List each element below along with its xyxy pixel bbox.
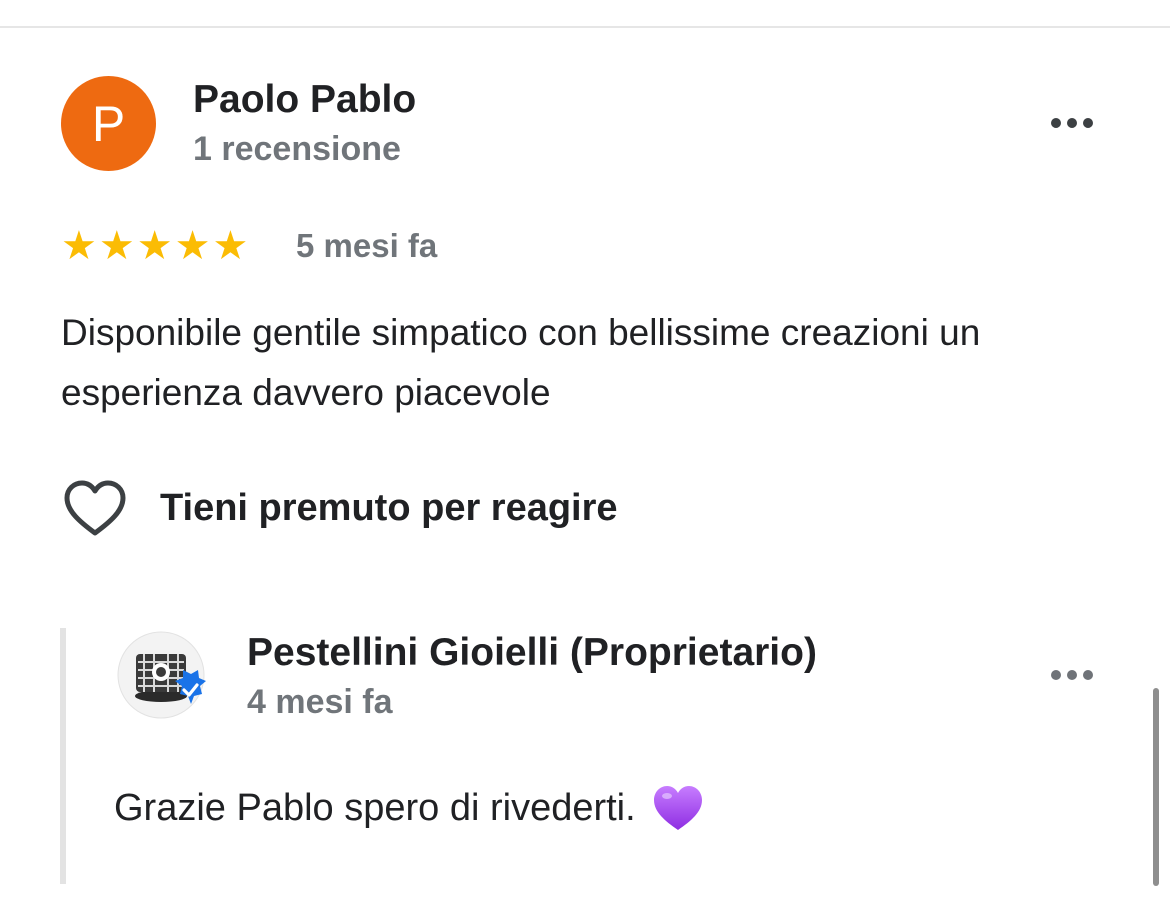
reply-text-row: Grazie Pablo spero di rivederti. (114, 784, 704, 832)
reviewer-review-count: 1 recensione (193, 130, 401, 168)
star-icon: ★ (212, 224, 249, 268)
star-icon: ★ (61, 224, 97, 268)
react-label: Tieni premuto per reagire (160, 486, 618, 529)
owner-reply-time: 4 mesi fa (247, 683, 393, 721)
owner-avatar[interactable] (114, 630, 212, 722)
top-divider (0, 26, 1170, 28)
review-text: Disponibile gentile simpatico con bellis… (61, 312, 981, 413)
reply-indicator-bar (60, 628, 66, 884)
star-icon: ★ (98, 224, 135, 268)
avatar-letter: P (91, 95, 126, 152)
review-more-options-icon[interactable] (1051, 118, 1093, 128)
avatar[interactable]: P (61, 76, 156, 171)
purple-heart-icon (653, 786, 702, 830)
star-icon: ★ (136, 224, 173, 268)
star-rating: ★ ★ ★ ★ ★ (61, 224, 248, 268)
star-icon: ★ (174, 224, 211, 268)
reply-text: Grazie Pablo spero di rivederti. (114, 786, 636, 829)
heart-outline-icon (64, 480, 126, 536)
reply-more-options-icon[interactable] (1051, 670, 1093, 680)
react-button[interactable]: Tieni premuto per reagire (62, 478, 618, 538)
reviewer-name[interactable]: Paolo Pablo (193, 78, 416, 122)
owner-name[interactable]: Pestellini Gioielli (Proprietario) (247, 631, 817, 675)
review-time: 5 mesi fa (296, 227, 438, 264)
scrollbar[interactable] (1153, 688, 1159, 886)
